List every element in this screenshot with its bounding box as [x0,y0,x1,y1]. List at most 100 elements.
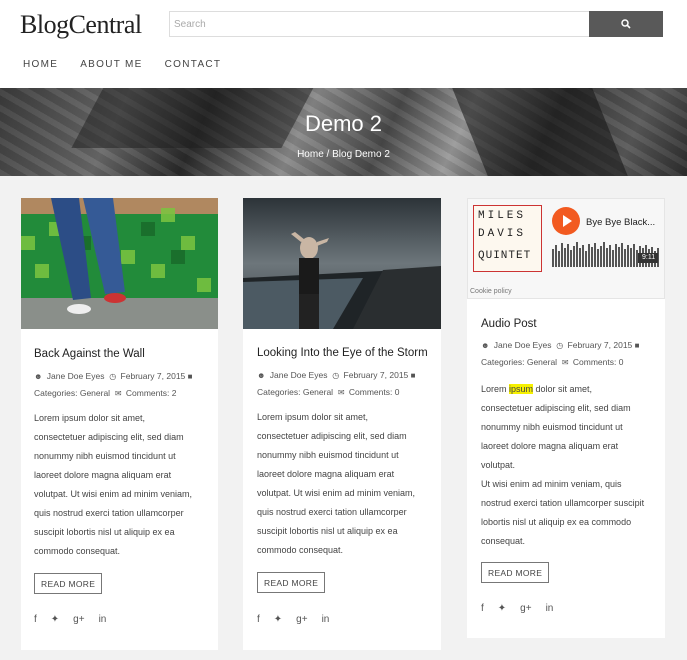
post-categories[interactable]: Categories: General [257,387,333,397]
audio-player: MILES DAVIS QUINTET Bye Bye Black... 9:1… [467,198,665,299]
twitter-icon[interactable]: ✦ [274,614,282,625]
post-card: Back Against the Wall ☻ Jane Doe Eyes ◷ … [21,198,218,650]
album-text: QUINTET [478,250,532,262]
breadcrumb: Home / Blog Demo 2 [0,149,687,160]
post-meta: ☻ Jane Doe Eyes ◷ February 7, 2015 ■ Cat… [34,368,214,402]
google-plus-icon[interactable]: g+ [73,614,84,625]
cookie-policy-link[interactable]: Cookie policy [470,288,512,295]
read-more-button[interactable]: READ MORE [257,572,326,593]
excerpt-text: Lorem [481,384,510,394]
excerpt-line: nonummy nibh euismod tincidunt ut [481,422,623,432]
excerpt-line: nostrud exerci tation ullamcorper suscip… [481,498,645,508]
excerpt-line: consequat. [481,536,526,546]
post-author[interactable]: Jane Doe Eyes [494,340,552,350]
post-title[interactable]: Back Against the Wall [34,348,145,360]
post-comments[interactable]: Comments: 2 [126,388,177,398]
excerpt-line: suscipit lobortis nisl ut aliquip ex ea [34,527,175,537]
breadcrumb-current: Blog Demo 2 [332,149,390,160]
post-categories[interactable]: Categories: General [34,388,110,398]
breadcrumb-home[interactable]: Home [297,149,324,160]
excerpt-line: commodo consequat. [34,546,121,556]
post-title[interactable]: Looking Into the Eye of the Storm [257,347,428,359]
comments-icon: ✉ [561,358,569,367]
post-image-storm [243,198,441,329]
search-input[interactable] [170,12,590,36]
excerpt-line: Ut wisi enim ad minim veniam, quis [481,479,622,489]
user-icon: ☻ [481,341,490,350]
excerpt-line: consectetuer adipiscing elit, sed diam [34,432,184,442]
share-links: f ✦ g+ in [481,603,553,614]
post-categories[interactable]: Categories: General [481,357,557,367]
comments-icon: ✉ [114,389,122,398]
clock-icon: ◷ [556,341,564,350]
post-date: February 7, 2015 [343,370,409,380]
site-logo[interactable]: BlogCentral [20,10,142,40]
post-excerpt: Lorem ipsum dolor sit amet, consectetuer… [34,409,192,561]
excerpt-line: lobortis nisl ut aliquip ex ea commodo [481,517,632,527]
track-title[interactable]: Bye Bye Black... [586,217,655,228]
album-text: DAVIS [478,228,527,240]
user-icon: ☻ [34,372,43,381]
folder-icon: ■ [187,372,193,381]
linkedin-icon[interactable]: in [546,603,554,614]
excerpt-line: volutpat. Ut wisi enim ad minim veniam, [257,488,416,498]
post-title[interactable]: Audio Post [481,318,537,330]
post-image[interactable] [21,198,218,329]
post-author[interactable]: Jane Doe Eyes [270,370,328,380]
excerpt-line: volutpat. Ut wisi enim ad minim veniam, [34,489,193,499]
clock-icon: ◷ [332,371,340,380]
page-banner: Demo 2 Home / Blog Demo 2 [0,88,687,176]
linkedin-icon[interactable]: in [99,614,107,625]
folder-icon: ■ [410,371,416,380]
excerpt-line: quis nostrud exerci tation ullamcorper [34,508,184,518]
main-nav: HOME ABOUT ME CONTACT [23,59,243,70]
search-button[interactable] [589,11,663,37]
breadcrumb-separator: / [326,149,330,160]
comments-icon: ✉ [337,388,345,397]
post-card: Looking Into the Eye of the Storm ☻ Jane… [243,198,441,650]
nav-contact[interactable]: CONTACT [165,59,222,70]
excerpt-line: nonummy nibh euismod tincidunt ut [257,450,399,460]
twitter-icon[interactable]: ✦ [51,614,59,625]
post-card: MILES DAVIS QUINTET Bye Bye Black... 9:1… [467,198,665,638]
linkedin-icon[interactable]: in [322,614,330,625]
nav-home[interactable]: HOME [23,59,58,70]
waveform[interactable] [552,239,660,267]
post-meta: ☻ Jane Doe Eyes ◷ February 7, 2015 ■ Cat… [481,337,663,371]
play-button[interactable] [552,207,580,235]
read-more-button[interactable]: READ MORE [34,573,103,594]
post-image[interactable] [243,198,441,329]
excerpt-line: quis nostrud exerci tation ullamcorper [257,507,407,517]
excerpt-line: Lorem ipsum dolor sit amet, [481,380,644,399]
excerpt-line: Lorem ipsum dolor sit amet, [34,413,146,423]
post-author[interactable]: Jane Doe Eyes [47,371,105,381]
excerpt-line: laoreet dolore magna aliquam erat [481,441,619,451]
page-title: Demo 2 [304,111,383,136]
read-more-button[interactable]: READ MORE [481,562,550,583]
post-comments[interactable]: Comments: 0 [573,357,624,367]
excerpt-line: volutpat. [481,460,516,470]
excerpt-text: dolor sit amet, [533,384,593,394]
share-links: f ✦ g+ in [257,614,329,625]
post-comments[interactable]: Comments: 0 [349,387,400,397]
post-date: February 7, 2015 [567,340,633,350]
facebook-icon[interactable]: f [481,603,484,614]
site-header: BlogCentral HOME ABOUT ME CONTACT [0,0,687,88]
share-links: f ✦ g+ in [34,614,106,625]
search-icon [621,19,631,29]
google-plus-icon[interactable]: g+ [520,603,531,614]
search-highlight: ipsum [509,384,534,394]
album-cover: MILES DAVIS QUINTET [473,205,542,272]
facebook-icon[interactable]: f [34,614,37,625]
excerpt-line: laoreet dolore magna aliquam erat [34,470,172,480]
folder-icon: ■ [634,341,640,350]
excerpt-line: laoreet dolore magna aliquam erat [257,469,395,479]
nav-about-me[interactable]: ABOUT ME [80,59,142,70]
post-excerpt: Lorem ipsum dolor sit amet, consectetuer… [257,408,415,560]
post-excerpt: Lorem ipsum dolor sit amet, consectetuer… [481,380,644,551]
facebook-icon[interactable]: f [257,614,260,625]
twitter-icon[interactable]: ✦ [498,603,506,614]
google-plus-icon[interactable]: g+ [296,614,307,625]
post-image-tiles [21,198,218,329]
album-text: MILES [478,210,527,222]
